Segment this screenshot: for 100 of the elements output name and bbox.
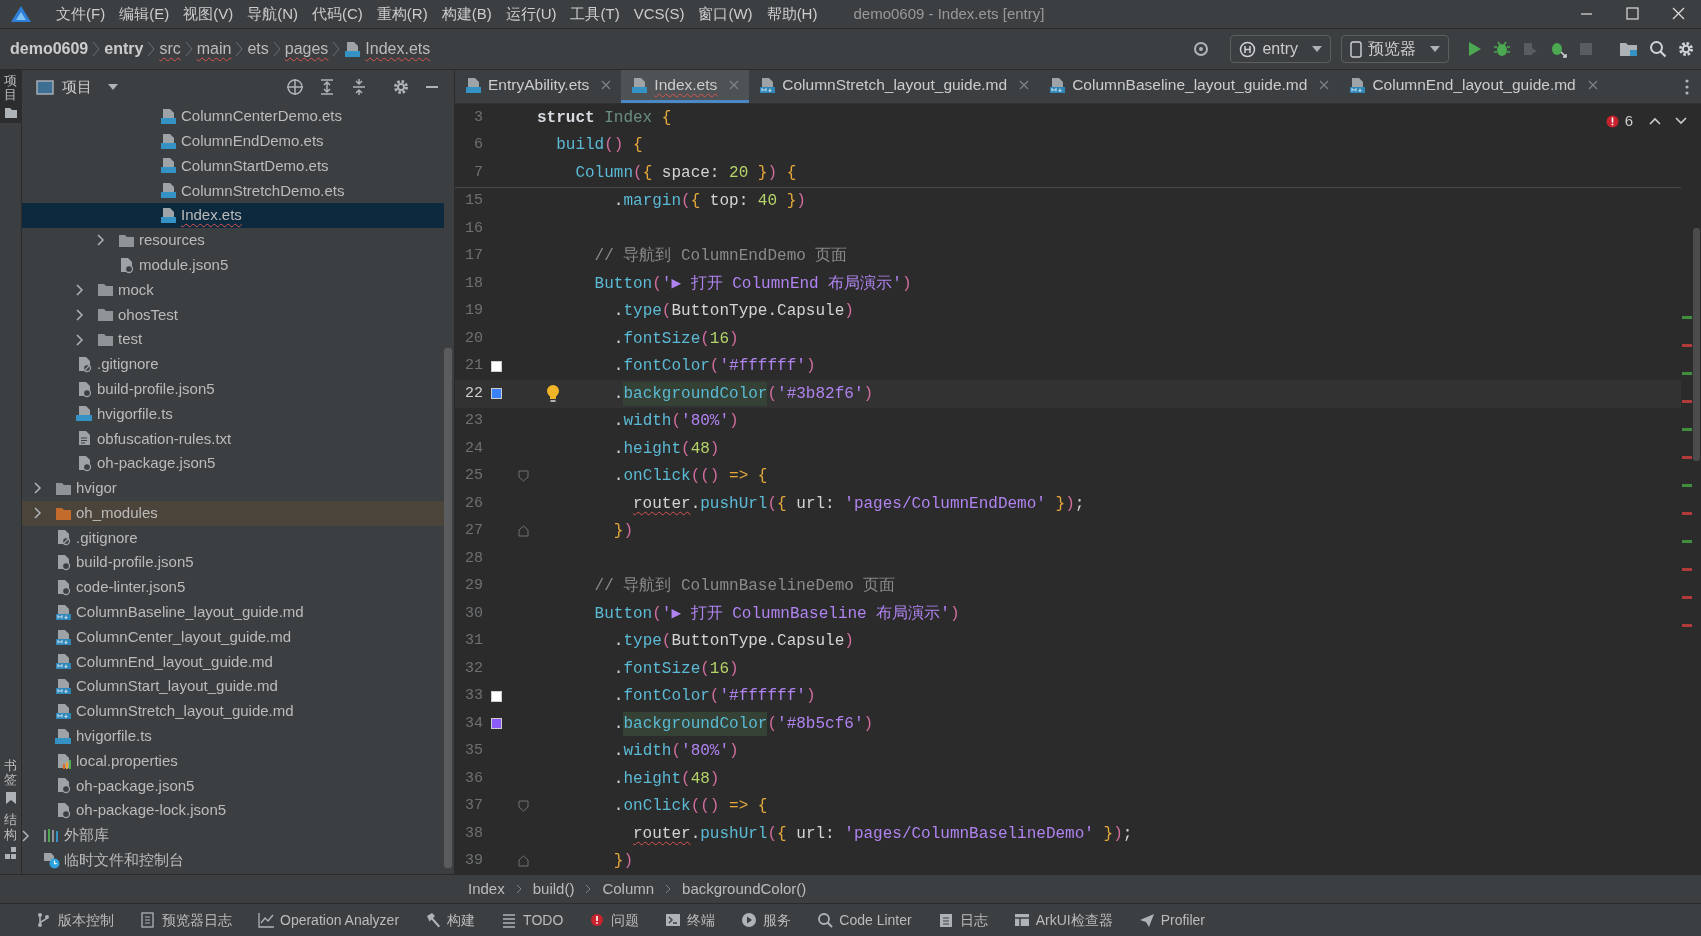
chevron-right-icon[interactable] [34, 507, 42, 520]
status-bar-button[interactable]: Profiler [1138, 909, 1206, 931]
chevron-right-icon[interactable] [76, 283, 84, 296]
breadcrumb-item[interactable]: entry [104, 37, 144, 61]
tool-window-tab[interactable]: 书签 [0, 754, 22, 810]
tree-item[interactable]: Index.ets [22, 203, 444, 228]
caret-icon[interactable] [108, 84, 118, 90]
locate-icon[interactable] [286, 78, 304, 96]
problem-count[interactable]: 6 [1624, 110, 1633, 133]
tree-item[interactable]: module.json5 [22, 252, 444, 278]
chevron-right-icon[interactable] [76, 308, 84, 321]
expand-all-icon[interactable] [318, 78, 336, 96]
menu-item[interactable]: 运行(U) [499, 2, 563, 26]
fold-icon[interactable] [517, 470, 529, 483]
settings-icon[interactable] [1677, 40, 1695, 58]
menu-item[interactable]: 视图(V) [177, 2, 240, 26]
tree-item[interactable]: oh-package-lock.json5 [22, 798, 444, 824]
chevron-right-icon[interactable] [97, 234, 105, 247]
panel-title[interactable]: 项目 [62, 75, 92, 99]
chevron-right-icon[interactable] [76, 333, 84, 346]
close-icon[interactable] [729, 80, 740, 90]
tree-item[interactable]: ColumnEndDemo.ets [22, 128, 444, 154]
target-icon[interactable] [1192, 40, 1211, 58]
status-bar-button[interactable]: 日志 [937, 909, 988, 931]
tree-item[interactable]: oh-package.json5 [22, 451, 444, 476]
tree-item[interactable]: ColumnCenterDemo.ets [22, 104, 444, 129]
chevron-right-icon[interactable] [34, 482, 42, 495]
close-icon[interactable] [601, 80, 612, 90]
status-bar-button[interactable]: Code Linter [817, 909, 912, 931]
tree-item[interactable]: build-profile.json5 [22, 550, 444, 576]
tree-item[interactable]: test [22, 327, 444, 352]
menu-item[interactable]: 窗口(W) [692, 2, 759, 26]
settings-icon[interactable] [392, 78, 410, 96]
tree-item[interactable]: ColumnStretch_layout_guide.md [22, 699, 444, 724]
module-dropdown[interactable]: entry [1230, 35, 1331, 63]
tree-item[interactable]: obfuscation-rules.txt [22, 426, 444, 452]
tree-item[interactable]: .gitignore [22, 351, 444, 377]
breadcrumb-item[interactable]: build() [532, 877, 575, 901]
status-bar-button[interactable]: 问题 [589, 909, 640, 931]
editor-tab[interactable]: Index.ets [621, 70, 750, 103]
tool-window-tab[interactable]: 结构 [0, 809, 22, 864]
breadcrumb-item[interactable]: Index [468, 877, 505, 901]
color-swatch[interactable] [490, 360, 502, 372]
tree-item[interactable]: .gitignore [22, 525, 444, 551]
color-swatch[interactable] [490, 388, 502, 400]
scrollbar-thumb[interactable] [1693, 228, 1700, 461]
menu-item[interactable]: 代码(C) [306, 2, 369, 26]
menu-item[interactable]: 导航(N) [241, 2, 304, 26]
menu-item[interactable]: 文件(F) [50, 2, 112, 26]
tree-item[interactable]: ColumnStartDemo.ets [22, 153, 444, 179]
fold-icon[interactable] [517, 800, 529, 813]
tree-item[interactable]: ColumnStart_layout_guide.md [22, 674, 444, 700]
tree-item[interactable]: ohosTest [22, 302, 444, 328]
editor-tab[interactable]: ColumnBaseline_layout_guide.md [1039, 70, 1340, 103]
menu-item[interactable]: 编辑(E) [113, 2, 176, 26]
status-bar-button[interactable]: 终端 [665, 909, 716, 931]
breadcrumb-item[interactable]: src [159, 37, 181, 61]
tree-item[interactable]: ColumnStretchDemo.ets [22, 178, 444, 204]
fold-icon[interactable] [517, 855, 529, 868]
chevron-up-icon[interactable] [1649, 117, 1661, 126]
menu-item[interactable]: 帮助(H) [760, 2, 824, 26]
tree-item[interactable]: code-linter.json5 [22, 575, 444, 600]
breadcrumb-item[interactable]: pages [284, 37, 329, 61]
bug-icon[interactable] [1493, 40, 1511, 58]
chevron-down-icon[interactable] [1675, 117, 1687, 126]
status-bar-button[interactable]: 预览器日志 [140, 909, 232, 931]
editor-tab[interactable]: EntryAbility.ets [455, 70, 622, 103]
tree-item[interactable]: ColumnBaseline_layout_guide.md [22, 599, 444, 625]
status-bar-button[interactable]: 构建 [425, 909, 476, 931]
tree-item[interactable]: ColumnEnd_layout_guide.md [22, 649, 444, 675]
tree-item[interactable]: oh_modules [22, 500, 444, 526]
tree-item[interactable]: hvigor [22, 475, 444, 501]
breadcrumb-item[interactable]: main [196, 37, 232, 61]
tree-item[interactable]: 外部库 [22, 823, 444, 848]
tree-item[interactable]: hvigorfile.ts [22, 401, 444, 427]
folder-icon[interactable] [1619, 40, 1639, 58]
status-bar-button[interactable]: 服务 [741, 909, 792, 931]
breadcrumb-item[interactable]: ets [247, 37, 269, 61]
status-bar-button[interactable]: ArkUI检查器 [1013, 909, 1113, 931]
tree-item[interactable]: 临时文件和控制台 [22, 847, 444, 873]
menu-item[interactable]: VCS(S) [627, 2, 691, 26]
breadcrumb-item[interactable]: Index.ets [365, 37, 431, 61]
search-icon[interactable] [1649, 40, 1667, 58]
breadcrumb-item[interactable]: demo0609 [10, 37, 89, 61]
tree-item[interactable]: oh-package.json5 [22, 773, 444, 799]
scrollbar-thumb[interactable] [444, 348, 452, 868]
close-icon[interactable] [1319, 80, 1330, 90]
status-bar-button[interactable]: TODO [501, 909, 564, 931]
tree-item[interactable]: hvigorfile.ts [22, 723, 444, 749]
color-swatch[interactable] [490, 690, 502, 702]
device-dropdown[interactable]: 预览器 [1341, 35, 1449, 63]
menu-item[interactable]: 重构(R) [370, 2, 434, 26]
error-icon[interactable] [1605, 114, 1619, 128]
tree-item[interactable]: mock [22, 277, 444, 303]
collapse-all-icon[interactable] [350, 78, 368, 96]
more-icon[interactable] [1685, 78, 1689, 95]
tree-item[interactable]: build-profile.json5 [22, 376, 444, 402]
color-swatch[interactable] [490, 718, 502, 730]
close-icon[interactable] [1019, 80, 1030, 90]
tree-item[interactable]: resources [22, 228, 444, 253]
